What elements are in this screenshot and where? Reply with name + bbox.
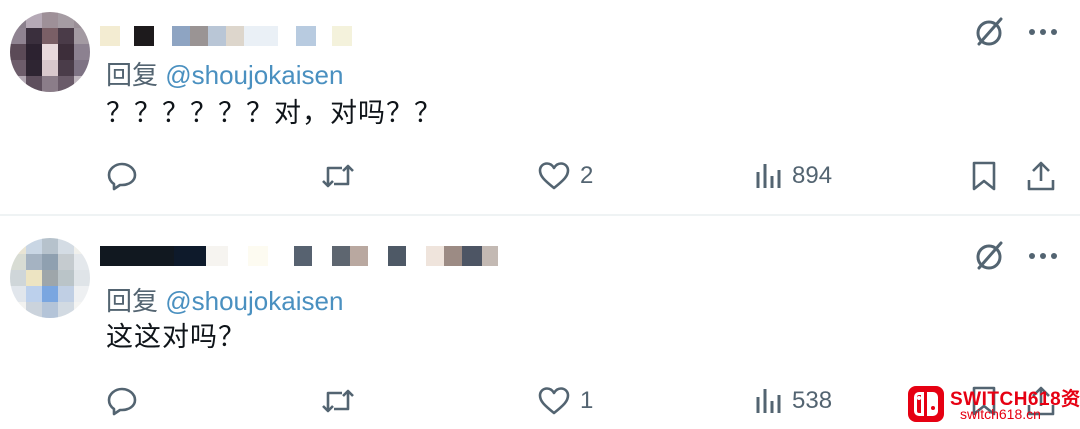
avatar[interactable] <box>10 12 90 92</box>
reply-handle-link[interactable]: @shoujokaisen <box>165 60 343 90</box>
views-count: 538 <box>792 387 833 414</box>
bookmark-button[interactable] <box>970 156 998 196</box>
reply-icon <box>106 385 138 417</box>
views-button[interactable]: 894 <box>754 156 832 196</box>
heart-icon <box>538 386 570 416</box>
like-count: 1 <box>580 387 594 414</box>
more-icon[interactable] <box>1028 28 1058 36</box>
tweet-text: ？？？？？？对，对吗？？ <box>106 98 442 129</box>
reply-icon <box>106 160 138 192</box>
tweet-actions: 2 894 <box>0 156 1080 196</box>
like-count: 2 <box>580 162 594 189</box>
tweet-text: 这这对吗？ <box>106 322 246 353</box>
display-name-redacted[interactable] <box>100 24 352 48</box>
views-icon <box>754 387 782 415</box>
reply-button[interactable] <box>106 381 148 421</box>
grok-icon[interactable] <box>974 240 1006 272</box>
bookmark-icon <box>970 160 998 192</box>
reply-handle-link[interactable]: @shoujokaisen <box>165 286 343 316</box>
reply-context: 回复 @shoujokaisen <box>106 286 343 316</box>
share-icon <box>1026 160 1056 192</box>
views-icon <box>754 162 782 190</box>
reply-button[interactable] <box>106 156 148 196</box>
heart-icon <box>538 161 570 191</box>
share-button[interactable] <box>1026 156 1056 196</box>
retweet-button[interactable] <box>320 381 366 421</box>
reply-prefix: 回复 <box>106 286 166 316</box>
watermark-subtitle: switch618.cn <box>960 406 1041 422</box>
reply-context: 回复 @shoujokaisen <box>106 60 343 90</box>
retweet-button[interactable] <box>320 156 366 196</box>
more-icon[interactable] <box>1028 252 1058 260</box>
switch-logo-icon <box>908 386 944 422</box>
like-button[interactable]: 2 <box>538 156 593 196</box>
views-count: 894 <box>792 162 833 189</box>
like-button[interactable]: 1 <box>538 381 593 421</box>
tweet[interactable]: 回复 @shoujokaisen ？？？？？？对，对吗？？ 2 894 <box>0 0 1080 216</box>
retweet-icon <box>320 160 356 192</box>
reply-prefix: 回复 <box>106 60 166 90</box>
views-button[interactable]: 538 <box>754 381 832 421</box>
watermark: SWITCH618资讯 switch618.cn <box>908 384 1080 426</box>
retweet-icon <box>320 385 356 417</box>
grok-icon[interactable] <box>974 16 1006 48</box>
display-name-redacted[interactable] <box>100 244 498 268</box>
avatar[interactable] <box>10 238 90 318</box>
